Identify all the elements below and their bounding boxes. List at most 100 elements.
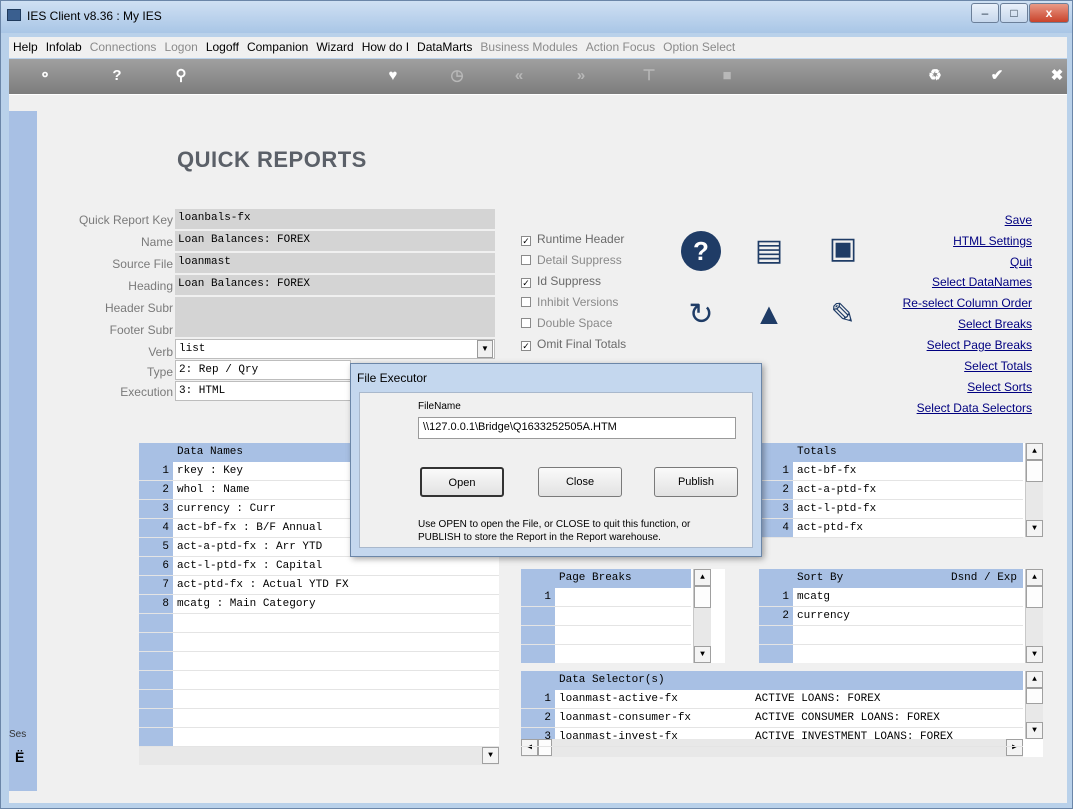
totals-vscroll[interactable]: ▲ ▼ bbox=[1025, 443, 1043, 537]
heart-icon[interactable]: ♥ bbox=[381, 65, 405, 87]
data-names-row[interactable]: 6 act-l-ptd-fx : Capital bbox=[139, 557, 499, 576]
stop-icon[interactable]: ■ bbox=[715, 65, 739, 87]
scroll-thumb[interactable] bbox=[1026, 586, 1043, 608]
verb-select[interactable]: list bbox=[175, 339, 495, 359]
pin-icon[interactable]: ⊤ bbox=[637, 65, 661, 87]
search-icon[interactable]: ⚲ bbox=[169, 65, 193, 87]
row-text: act-ptd-fx : Actual YTD FX bbox=[177, 579, 349, 591]
row-text: loanmast-consumer-fx bbox=[559, 712, 692, 724]
menu-action-focus[interactable]: Action Focus bbox=[582, 37, 659, 57]
help-circle-icon[interactable]: ? bbox=[681, 231, 721, 271]
clock-icon[interactable]: ◷ bbox=[445, 65, 469, 87]
scroll-thumb[interactable] bbox=[1026, 460, 1043, 482]
menu-help[interactable]: Help bbox=[9, 37, 42, 57]
scroll-down-icon[interactable]: ▼ bbox=[482, 747, 499, 764]
menu-datamarts[interactable]: DataMarts bbox=[413, 37, 476, 57]
data-selectors-row[interactable]: 3 loanmast-invest-fx ACTIVE INVESTMENT LOA… bbox=[521, 728, 1023, 747]
inhibit-versions-checkbox[interactable]: Inhibit Versions bbox=[521, 295, 618, 309]
name-field[interactable]: Loan Balances: FOREX bbox=[175, 231, 495, 251]
reselect-column-order-link[interactable]: Re-select Column Order bbox=[903, 296, 1032, 310]
menu-infolab[interactable]: Infolab bbox=[42, 37, 86, 57]
refresh-icon[interactable]: ↻ bbox=[681, 295, 721, 335]
heading-field[interactable]: Loan Balances: FOREX bbox=[175, 275, 495, 295]
data-names-hscroll[interactable]: ▼ bbox=[139, 747, 499, 765]
header-subr-field[interactable] bbox=[175, 297, 495, 317]
id-suppress-checkbox[interactable]: ✓ Id Suppress bbox=[521, 274, 601, 288]
menu-connections[interactable]: Connections bbox=[86, 37, 161, 57]
menu-how-do-i[interactable]: How do I bbox=[358, 37, 413, 57]
minimize-button[interactable]: – bbox=[971, 3, 999, 23]
scroll-down-icon[interactable]: ▼ bbox=[1026, 520, 1043, 537]
scroll-up-icon[interactable]: ▲ bbox=[1026, 443, 1043, 460]
select-breaks-link[interactable]: Select Breaks bbox=[958, 317, 1032, 331]
detail-suppress-checkbox[interactable]: Detail Suppress bbox=[521, 253, 622, 267]
scroll-down-icon[interactable]: ▼ bbox=[694, 646, 711, 663]
scroll-thumb[interactable] bbox=[1026, 688, 1043, 704]
select-sorts-link[interactable]: Select Sorts bbox=[967, 380, 1032, 394]
type-field[interactable]: 2: Rep / Qry bbox=[175, 360, 351, 380]
sort-by-row[interactable]: 1 mcatg bbox=[759, 588, 1023, 607]
row-number: 7 bbox=[162, 579, 169, 591]
data-names-row[interactable]: 8 mcatg : Main Category bbox=[139, 595, 499, 614]
forward-icon[interactable]: » bbox=[569, 65, 593, 87]
runtime-header-checkbox[interactable]: ✓ Runtime Header bbox=[521, 232, 624, 246]
omit-final-totals-checkbox[interactable]: ✓ Omit Final Totals bbox=[521, 337, 626, 351]
publish-button[interactable]: Publish bbox=[654, 467, 738, 497]
checkbox-checked-icon: ✓ bbox=[521, 236, 531, 246]
row-number: 1 bbox=[782, 591, 789, 603]
select-totals-link[interactable]: Select Totals bbox=[964, 359, 1032, 373]
menu-logoff[interactable]: Logoff bbox=[202, 37, 243, 57]
totals-row[interactable]: 3 act-l-ptd-fx bbox=[759, 500, 1023, 519]
data-selectors-row[interactable]: 2 loanmast-consumer-fx ACTIVE CONSUMER LOA… bbox=[521, 709, 1023, 728]
page-breaks-row[interactable]: 1 bbox=[521, 588, 691, 607]
select-data-selectors-link[interactable]: Select Data Selectors bbox=[917, 401, 1032, 415]
menu-option-select[interactable]: Option Select bbox=[659, 37, 739, 57]
data-selectors-vscroll[interactable]: ▲ ▼ bbox=[1025, 671, 1043, 739]
help-icon[interactable]: ? bbox=[105, 65, 129, 87]
monitor-icon[interactable]: ▣ bbox=[823, 229, 863, 269]
totals-row[interactable]: 4 act-ptd-fx bbox=[759, 519, 1023, 538]
exit-icon[interactable]: ✖ bbox=[1045, 65, 1069, 87]
printer-icon[interactable]: ▤ bbox=[749, 231, 789, 271]
sort-by-row[interactable]: 2 currency bbox=[759, 607, 1023, 626]
scroll-thumb[interactable] bbox=[694, 586, 711, 608]
menu-wizard[interactable]: Wizard bbox=[312, 37, 357, 57]
sort-by-vscroll[interactable]: ▲ ▼ bbox=[1025, 569, 1043, 663]
select-datanames-link[interactable]: Select DataNames bbox=[932, 275, 1032, 289]
label-execution: Execution bbox=[120, 385, 173, 399]
scroll-up-icon[interactable]: ▲ bbox=[1026, 569, 1043, 586]
data-names-row[interactable]: 7 act-ptd-fx : Actual YTD FX bbox=[139, 576, 499, 595]
fire-list-icon[interactable]: ▲ bbox=[749, 295, 789, 335]
key-icon[interactable]: ⚬— bbox=[33, 65, 57, 106]
recycle-icon[interactable]: ♻ bbox=[923, 65, 947, 87]
save-link[interactable]: Save bbox=[1005, 213, 1032, 227]
html-settings-link[interactable]: HTML Settings bbox=[953, 234, 1032, 248]
verb-dropdown-button[interactable]: ▼ bbox=[477, 340, 493, 358]
page-breaks-vscroll[interactable]: ▲ ▼ bbox=[693, 569, 711, 663]
quick-report-key-field[interactable]: loanbals-fx bbox=[175, 209, 495, 229]
execution-field[interactable]: 3: HTML bbox=[175, 381, 351, 401]
open-button[interactable]: Open bbox=[420, 467, 504, 497]
quit-link[interactable]: Quit bbox=[1010, 255, 1032, 269]
scroll-up-icon[interactable]: ▲ bbox=[1026, 671, 1043, 688]
menu-companion[interactable]: Companion bbox=[243, 37, 312, 57]
filename-input[interactable]: \\127.0.0.1\Bridge\Q1633252505A.HTM bbox=[418, 417, 736, 439]
maximize-button[interactable]: □ bbox=[1000, 3, 1028, 23]
check-icon[interactable]: ✔ bbox=[985, 65, 1009, 87]
close-window-button[interactable]: x bbox=[1029, 3, 1069, 23]
scroll-down-icon[interactable]: ▼ bbox=[1026, 646, 1043, 663]
double-space-checkbox[interactable]: Double Space bbox=[521, 316, 612, 330]
dialog-close-button[interactable]: Close bbox=[538, 467, 622, 497]
footer-subr-field[interactable] bbox=[175, 317, 495, 337]
data-selectors-row[interactable]: 1 loanmast-active-fx ACTIVE LOANS: FOREX bbox=[521, 690, 1023, 709]
totals-row[interactable]: 2 act-a-ptd-fx bbox=[759, 481, 1023, 500]
scroll-up-icon[interactable]: ▲ bbox=[694, 569, 711, 586]
back-icon[interactable]: « bbox=[507, 65, 531, 87]
scroll-down-icon[interactable]: ▼ bbox=[1026, 722, 1043, 739]
menu-logon[interactable]: Logon bbox=[160, 37, 201, 57]
document-icon[interactable]: ✎ bbox=[823, 295, 863, 335]
totals-row[interactable]: 1 act-bf-fx bbox=[759, 462, 1023, 481]
source-file-field[interactable]: loanmast bbox=[175, 253, 495, 273]
menu-business-modules[interactable]: Business Modules bbox=[476, 37, 581, 57]
select-page-breaks-link[interactable]: Select Page Breaks bbox=[927, 338, 1032, 352]
